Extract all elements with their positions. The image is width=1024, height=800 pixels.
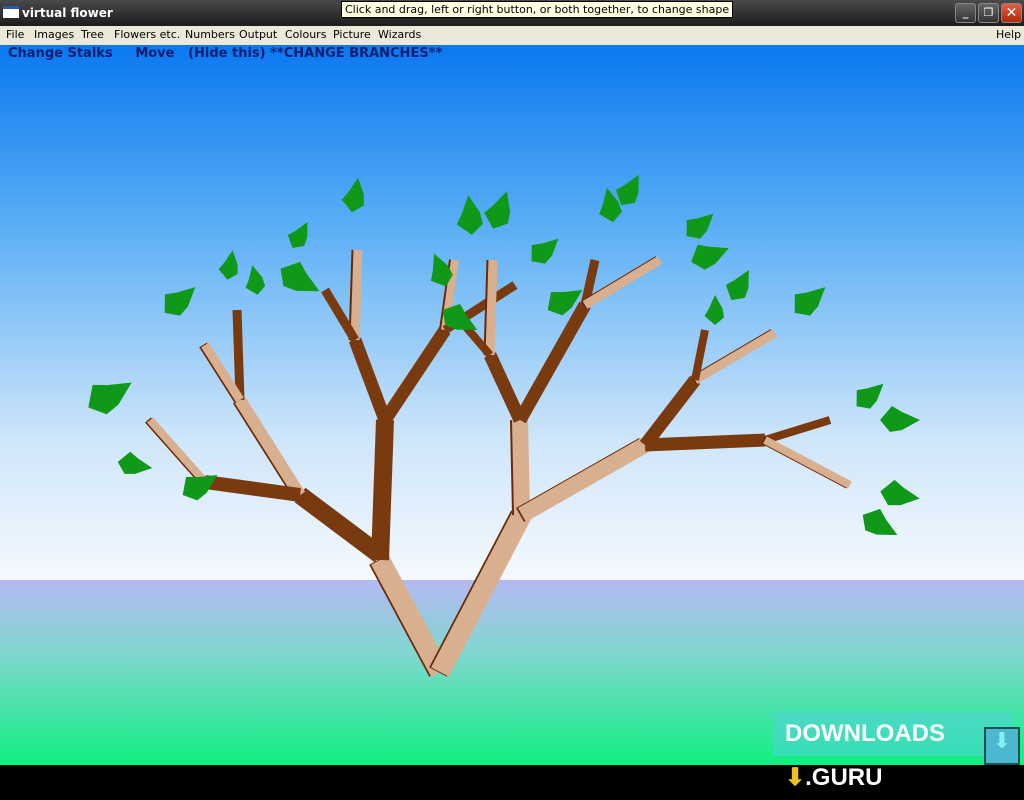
branch[interactable] (348, 337, 392, 423)
move-command[interactable]: Move (135, 46, 174, 61)
hide-command[interactable]: (Hide this) (188, 46, 266, 61)
branch[interactable] (204, 475, 301, 502)
branch[interactable] (512, 419, 530, 516)
leaf (341, 177, 364, 213)
leaf (245, 265, 266, 295)
restore-button[interactable]: ❐ (978, 3, 999, 23)
minimize-button[interactable]: _ (955, 3, 976, 23)
leaf (88, 382, 132, 415)
leaf (686, 213, 714, 239)
branch[interactable] (518, 438, 649, 522)
branch[interactable] (644, 433, 766, 452)
branch[interactable] (294, 487, 386, 563)
menu-colours[interactable]: Colours (285, 28, 326, 41)
branch[interactable] (485, 259, 498, 356)
leaf (691, 244, 729, 270)
menu-images[interactable]: Images (34, 28, 74, 41)
menu-file[interactable]: File (6, 28, 24, 41)
leaf (725, 269, 749, 301)
menu-tree[interactable]: Tree (81, 28, 104, 41)
leaf (531, 238, 559, 264)
leaf (880, 406, 920, 432)
leaf (704, 295, 724, 325)
leaf (287, 222, 308, 248)
window-title: virtual flower (22, 6, 113, 20)
leaf (456, 195, 483, 235)
branch[interactable] (234, 396, 306, 499)
branch[interactable] (431, 510, 531, 677)
menu-numbers[interactable]: Numbers (185, 28, 235, 41)
title-bar: virtual flower Click and drag, left or r… (0, 0, 1024, 26)
branch[interactable] (321, 287, 359, 343)
download-icon: ⬇ (785, 764, 806, 791)
branch[interactable] (484, 352, 526, 423)
branch[interactable] (350, 249, 363, 341)
app-icon (3, 6, 19, 18)
menu-help[interactable]: Help (996, 28, 1021, 41)
branch[interactable] (639, 376, 701, 449)
leaf (862, 508, 898, 535)
leaf (218, 250, 238, 280)
tree-drawing[interactable] (0, 45, 1024, 765)
branch[interactable] (763, 436, 852, 489)
change-branches-command[interactable]: **CHANGE BRANCHES** (270, 46, 442, 61)
leaf (117, 451, 153, 474)
branch[interactable] (371, 555, 449, 677)
branch[interactable] (514, 301, 591, 424)
leaf (280, 261, 320, 292)
branch[interactable] (147, 417, 208, 485)
branch[interactable] (379, 326, 451, 424)
menu-bar: File Images Tree Flowers etc. Numbers Ou… (0, 26, 1024, 45)
menu-wizards[interactable]: Wizards (378, 28, 421, 41)
menu-output[interactable]: Output (239, 28, 277, 41)
leaf (484, 191, 511, 229)
tooltip: Click and drag, left or right button, or… (341, 1, 734, 18)
watermark: DOWNLOADS ⬇.GURU (773, 712, 1013, 791)
change-stalks-command[interactable]: Change Stalks (8, 46, 113, 61)
leaf (856, 383, 884, 409)
branch[interactable] (232, 309, 245, 401)
leaf (164, 287, 196, 316)
scroll-down-button[interactable]: ⬇ (984, 727, 1020, 765)
drawing-canvas[interactable]: Change Stalks Move (Hide this) **CHANGE … (0, 45, 1024, 765)
branch[interactable] (371, 419, 394, 561)
branch[interactable] (763, 416, 832, 444)
command-bar: Change Stalks Move (Hide this) **CHANGE … (8, 46, 442, 61)
menu-flowers[interactable]: Flowers etc. (114, 28, 180, 41)
leaf (880, 479, 920, 506)
leaf (794, 287, 826, 316)
menu-picture[interactable]: Picture (333, 28, 371, 41)
close-button[interactable]: ✕ (1001, 3, 1022, 23)
